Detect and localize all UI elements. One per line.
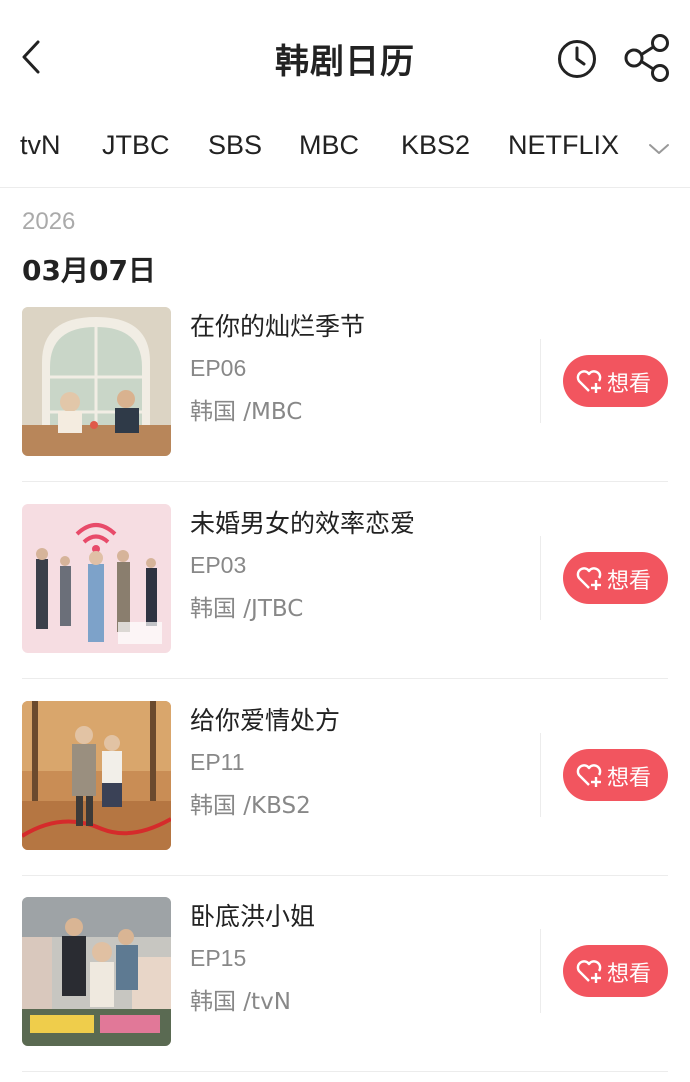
poster-image[interactable] xyxy=(22,897,171,1046)
vertical-divider xyxy=(540,733,541,817)
tabs-more-button[interactable] xyxy=(644,134,674,164)
region-channel-label: 韩国 /MBC xyxy=(190,399,303,425)
date-label: 03月07日 xyxy=(22,254,156,287)
divider xyxy=(22,1071,668,1072)
want-to-watch-button[interactable]: 想看 xyxy=(563,552,668,604)
heart-plus-icon xyxy=(576,567,602,590)
region-channel-label: 韩国 /tvN xyxy=(190,989,291,1015)
tab-sbs[interactable]: SBS xyxy=(208,130,262,161)
list-item[interactable]: 未婚男女的效率恋爱 EP03 韩国 /JTBC 想看 xyxy=(0,504,690,701)
clock-icon xyxy=(558,40,596,78)
episode-label: EP11 xyxy=(190,749,245,775)
tab-netflix[interactable]: NETFLIX xyxy=(508,130,619,161)
want-to-watch-button[interactable]: 想看 xyxy=(563,355,668,407)
show-title[interactable]: 给你爱情处方 xyxy=(190,701,340,737)
vertical-divider xyxy=(540,929,541,1013)
history-button[interactable] xyxy=(556,38,598,80)
show-title[interactable]: 卧底洪小姐 xyxy=(190,897,315,933)
poster-image[interactable] xyxy=(22,307,171,456)
chevron-down-icon xyxy=(649,144,669,154)
tab-jtbc[interactable]: JTBC xyxy=(102,130,170,161)
year-label: 2026 xyxy=(22,208,76,235)
heart-plus-icon xyxy=(576,370,602,393)
region-channel-label: 韩国 /JTBC xyxy=(190,596,304,622)
want-to-watch-label: 想看 xyxy=(607,962,652,987)
divider xyxy=(22,481,668,482)
channel-tabs: tvN JTBC SBS MBC KBS2 NETFLIX xyxy=(0,118,690,188)
episode-label: EP15 xyxy=(190,945,247,971)
tab-kbs2[interactable]: KBS2 xyxy=(401,130,470,161)
want-to-watch-label: 想看 xyxy=(607,766,652,791)
episode-label: EP06 xyxy=(190,355,247,381)
poster-image[interactable] xyxy=(22,701,171,850)
show-title[interactable]: 在你的灿烂季节 xyxy=(190,307,365,343)
share-icon xyxy=(624,34,669,82)
tab-tvn[interactable]: tvN xyxy=(20,130,61,161)
share-button[interactable] xyxy=(622,34,672,82)
want-to-watch-label: 想看 xyxy=(607,372,652,397)
vertical-divider xyxy=(540,339,541,423)
tab-mbc[interactable]: MBC xyxy=(299,130,359,161)
app-header: 韩剧日历 xyxy=(0,0,690,116)
poster-image[interactable] xyxy=(22,504,171,653)
want-to-watch-button[interactable]: 想看 xyxy=(563,749,668,801)
list-item[interactable]: 在你的灿烂季节 EP06 韩国 /MBC 想看 xyxy=(0,307,690,504)
want-to-watch-button[interactable]: 想看 xyxy=(563,945,668,997)
show-title[interactable]: 未婚男女的效率恋爱 xyxy=(190,504,415,540)
episode-label: EP03 xyxy=(190,552,247,578)
list-item[interactable]: 给你爱情处方 EP11 韩国 /KBS2 想看 xyxy=(0,701,690,898)
list-item[interactable]: 卧底洪小姐 EP15 韩国 /tvN 想看 xyxy=(0,897,690,1082)
heart-plus-icon xyxy=(576,764,602,787)
divider xyxy=(22,875,668,876)
divider xyxy=(22,678,668,679)
vertical-divider xyxy=(540,536,541,620)
heart-plus-icon xyxy=(576,960,602,983)
region-channel-label: 韩国 /KBS2 xyxy=(190,793,311,819)
want-to-watch-label: 想看 xyxy=(607,569,652,594)
